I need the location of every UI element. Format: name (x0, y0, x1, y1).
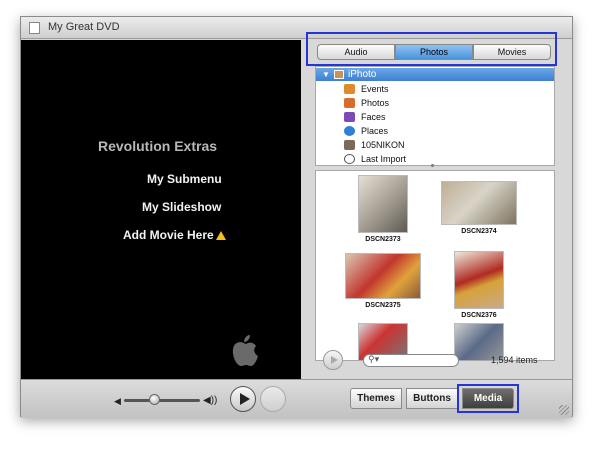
photo-thumbnail[interactable]: DSCN2373 (338, 175, 428, 243)
themes-button[interactable]: Themes (350, 388, 402, 409)
album-icon (344, 140, 355, 150)
faces-icon (344, 112, 355, 122)
volume-high-icon: ◀)) (203, 395, 218, 406)
photos-icon (344, 98, 355, 108)
clock-icon (344, 154, 355, 164)
apple-logo-icon (232, 335, 258, 366)
menu-item-add-movie[interactable]: Add Movie Here (123, 228, 226, 242)
places-icon (344, 126, 355, 136)
buttons-button[interactable]: Buttons (406, 388, 458, 409)
photo-caption: DSCN2375 (365, 302, 401, 309)
media-highlight-box (457, 384, 519, 413)
tabs-highlight-box (306, 32, 557, 66)
item-count: 1,594 items (491, 355, 538, 365)
disclosure-triangle-icon[interactable]: ▼ (322, 70, 330, 79)
menu-item-slideshow[interactable]: My Slideshow (142, 200, 221, 214)
photo-browser[interactable]: DSCN2373 DSCN2374 DSCN2375 DSCN2376 (315, 170, 555, 361)
media-search-field[interactable]: ⚲▾ (363, 354, 459, 367)
volume-low-icon: ◀ (114, 396, 121, 406)
warning-icon (215, 231, 226, 240)
photo-caption: DSCN2376 (461, 312, 497, 319)
bottom-toolbar: ◀ ◀)) Themes Buttons Media (21, 379, 572, 418)
volume-slider[interactable] (124, 399, 200, 402)
events-icon (344, 84, 355, 94)
media-footer: ⚲▾ 1,594 items (315, 349, 555, 373)
photo-thumbnail[interactable]: DSCN2375 (338, 253, 428, 309)
document-icon (29, 22, 40, 34)
photo-image (454, 251, 504, 309)
menu-item-add-movie-label: Add Movie Here (123, 228, 214, 242)
menu-item-submenu[interactable]: My Submenu (147, 172, 222, 186)
motion-button[interactable] (260, 386, 286, 412)
source-item-label: 105NIKON (361, 140, 405, 150)
idvd-window: My Great DVD Revolution Extras My Submen… (20, 16, 573, 418)
play-button[interactable] (230, 386, 256, 412)
resize-grip[interactable] (559, 405, 569, 415)
split-handle[interactable] (431, 164, 434, 167)
source-item-label: Events (361, 84, 389, 94)
iphoto-icon (334, 70, 344, 79)
volume-slider-knob[interactable] (148, 394, 160, 405)
source-item-label: Photos (361, 98, 390, 108)
media-play-button[interactable] (323, 350, 343, 370)
menu-title[interactable]: Revolution Extras (98, 138, 217, 154)
photo-image (345, 253, 421, 299)
photo-image (358, 175, 408, 233)
dvd-menu-preview[interactable]: Revolution Extras My Submenu My Slidesho… (21, 40, 301, 398)
photo-image (441, 181, 517, 225)
source-header-iphoto[interactable]: ▼ iPhoto (316, 68, 554, 81)
photo-caption: DSCN2374 (461, 228, 497, 235)
source-header-label: iPhoto (348, 69, 377, 80)
photo-thumbnail[interactable]: DSCN2376 (434, 251, 524, 319)
search-icon: ⚲▾ (368, 354, 380, 364)
window-title: My Great DVD (48, 21, 120, 33)
photo-caption: DSCN2373 (365, 236, 401, 243)
source-list[interactable]: ▼ iPhoto Events Photos Faces Places 105N… (315, 66, 555, 166)
photo-thumbnail[interactable]: DSCN2374 (434, 181, 524, 235)
source-item-label: Last Import (361, 154, 407, 164)
source-item-label: Faces (361, 112, 386, 122)
source-item-label: Places (361, 126, 389, 136)
